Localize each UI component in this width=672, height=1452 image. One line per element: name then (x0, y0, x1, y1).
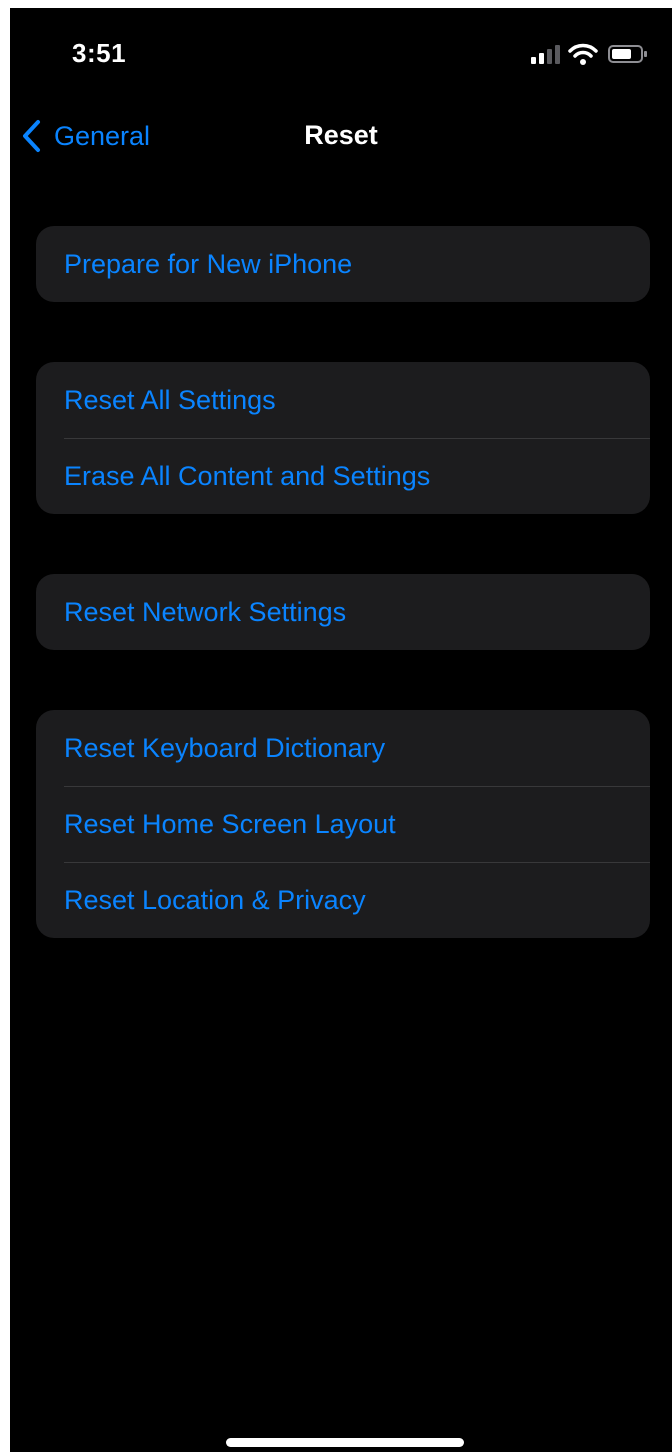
chevron-left-icon (23, 120, 40, 152)
reset-location-privacy-button[interactable]: Reset Location & Privacy (36, 862, 650, 938)
settings-group-reset-erase: Reset All Settings Erase All Content and… (36, 362, 650, 514)
status-time: 3:51 (72, 38, 127, 68)
reset-keyboard-dictionary-button[interactable]: Reset Keyboard Dictionary (36, 710, 650, 786)
row-label: Reset Home Screen Layout (64, 808, 396, 839)
reset-all-settings-button[interactable]: Reset All Settings (36, 362, 650, 438)
reset-home-screen-layout-button[interactable]: Reset Home Screen Layout (36, 786, 650, 862)
reset-network-settings-button[interactable]: Reset Network Settings (36, 574, 650, 650)
status-icons (530, 42, 648, 66)
row-label: Reset Keyboard Dictionary (64, 732, 386, 763)
battery-icon (608, 45, 647, 63)
home-indicator[interactable] (226, 1438, 464, 1447)
row-label: Reset Network Settings (64, 596, 347, 627)
back-button-label: General (54, 120, 151, 151)
wifi-icon (568, 43, 598, 65)
erase-all-content-button[interactable]: Erase All Content and Settings (36, 438, 650, 514)
row-label: Erase All Content and Settings (64, 460, 431, 491)
cellular-signal-icon (531, 45, 560, 64)
screen: 3:51 Reset General Prepare for New iPhon… (10, 8, 672, 1452)
prepare-for-new-iphone-button[interactable]: Prepare for New iPhone (36, 226, 650, 302)
settings-group-prepare: Prepare for New iPhone (36, 226, 650, 302)
row-label: Reset Location & Privacy (64, 884, 366, 915)
settings-group-other-resets: Reset Keyboard Dictionary Reset Home Scr… (36, 710, 650, 938)
settings-group-network: Reset Network Settings (36, 574, 650, 650)
back-button[interactable]: General (20, 114, 150, 158)
navigation-bar: Reset General (10, 104, 672, 168)
status-bar: 3:51 (10, 8, 672, 98)
row-label: Prepare for New iPhone (64, 248, 353, 279)
row-label: Reset All Settings (64, 384, 276, 415)
